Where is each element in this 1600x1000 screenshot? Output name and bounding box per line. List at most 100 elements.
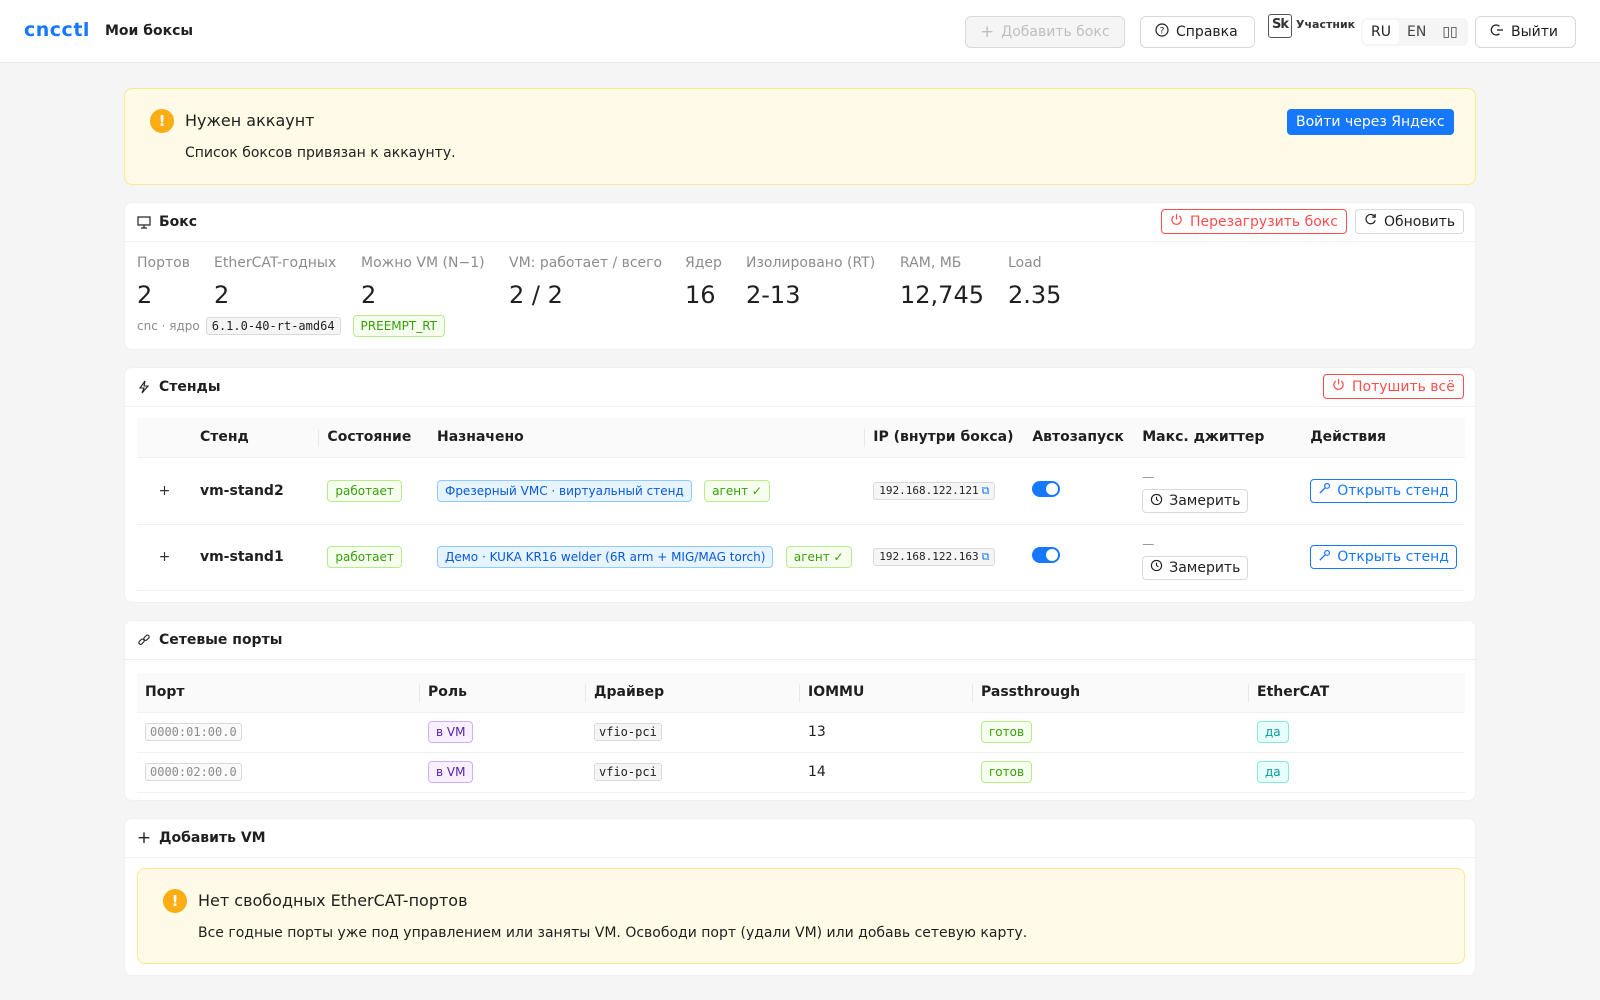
reboot-label: Перезагрузить бокс xyxy=(1190,213,1338,230)
sk-logo: Sk xyxy=(1268,14,1292,38)
stat-label: Ядер xyxy=(685,255,722,271)
stat-label: RAM, МБ xyxy=(900,255,962,271)
stat-label: Портов xyxy=(137,255,190,271)
warning-icon: ! xyxy=(163,889,187,913)
col-stand[interactable]: Стенд xyxy=(191,418,320,458)
stand-name: vm-stand2 xyxy=(191,457,320,525)
expand-row-icon[interactable]: + xyxy=(156,549,172,565)
copy-icon[interactable]: ⧉ xyxy=(982,483,990,499)
stands-table: Стенд Состояние Назначено IP (внутри бок… xyxy=(137,418,1465,591)
shutdown-all-label: Потушить всё xyxy=(1352,378,1455,395)
no-free-ports-alert: ! Нет свободных EtherCAT-портов Все годн… xyxy=(137,868,1465,964)
assigned-tag[interactable]: Демо · KUKA KR16 welder (6R arm + MIG/MA… xyxy=(436,546,774,568)
power-icon xyxy=(1332,378,1345,395)
ip-value: 192.168.122.163 xyxy=(879,550,979,563)
stands-table-header: Стенд Состояние Назначено IP (внутри бок… xyxy=(137,418,1465,458)
passthrough-tag: готов xyxy=(981,761,1033,783)
open-stand-button[interactable]: Открыть стенд xyxy=(1310,478,1457,503)
autostart-toggle[interactable] xyxy=(1032,480,1061,497)
box-title: Бокс xyxy=(159,214,198,230)
measure-label: Замерить xyxy=(1169,493,1241,509)
stat-isolated: Изолировано (RT) 2-13 xyxy=(746,255,875,309)
clock-icon xyxy=(1150,559,1163,576)
clock-icon xyxy=(1150,493,1163,510)
refresh-label: Обновить xyxy=(1384,213,1456,230)
col-actions[interactable]: Действия xyxy=(1302,418,1465,458)
driver-code: vfio-pci xyxy=(594,723,662,741)
ports-title: Сетевые порты xyxy=(159,632,283,648)
col-role[interactable]: Роль xyxy=(420,673,586,713)
stat-label: Можно VM (N−1) xyxy=(361,255,485,271)
open-stand-label: Открыть стенд xyxy=(1337,549,1449,565)
ports-card-header: Сетевые порты xyxy=(125,621,1475,660)
nav-my-boxes[interactable]: Мои боксы xyxy=(105,23,193,39)
stat-ethercat: EtherCAT-годных 2 xyxy=(214,255,336,309)
participant-badge: Sk Участник xyxy=(1268,14,1355,38)
stat-value: 16 xyxy=(685,281,716,309)
passthrough-tag: готов xyxy=(981,721,1033,743)
state-tag: работает xyxy=(327,479,402,502)
warning-icon: ! xyxy=(150,109,174,133)
add-vm-card: + Добавить VM ! Нет свободных EtherCAT-п… xyxy=(124,818,1476,976)
col-passthrough[interactable]: Passthrough xyxy=(973,673,1249,713)
col-autostart[interactable]: Автозапуск xyxy=(1024,418,1135,458)
add-vm-title: Добавить VM xyxy=(159,830,266,846)
alert-title: Нужен аккаунт xyxy=(185,111,315,130)
col-port[interactable]: Порт xyxy=(137,673,420,713)
ethercat-tag: да xyxy=(1257,721,1289,743)
agent-tag: агент ✓ xyxy=(785,546,852,568)
lightning-icon xyxy=(137,380,151,394)
ports-table-header: Порт Роль Драйвер IOMMU Passthrough Ethe… xyxy=(137,673,1465,713)
port-address: 0000:02:00.0 xyxy=(145,763,242,781)
alert-description: Список боксов привязан к аккаунту. xyxy=(185,145,456,161)
role-tag: в VM xyxy=(428,761,474,783)
stat-cores: Ядер 16 xyxy=(685,255,722,309)
shutdown-all-button[interactable]: Потушить всё xyxy=(1323,374,1464,399)
logout-icon xyxy=(1490,23,1504,41)
driver-code: vfio-pci xyxy=(594,763,662,781)
expand-row-icon[interactable]: + xyxy=(156,483,172,499)
measure-button[interactable]: Замерить xyxy=(1142,489,1249,513)
kernel-prefix: cnc · ядро xyxy=(137,319,200,333)
stat-ram: RAM, МБ 12,745 xyxy=(900,255,984,309)
lang-en[interactable]: EN xyxy=(1399,20,1434,44)
svg-text:?: ? xyxy=(1160,27,1165,37)
add-box-button[interactable]: + Добавить бокс xyxy=(965,16,1125,48)
lang-ru[interactable]: RU xyxy=(1363,20,1399,44)
col-iommu[interactable]: IOMMU xyxy=(800,673,973,713)
open-stand-button[interactable]: Открыть стенд xyxy=(1310,545,1457,569)
stands-card: Стенды Потушить всё Стенд Состояние Назн… xyxy=(124,367,1476,603)
col-assigned[interactable]: Назначено xyxy=(428,418,866,458)
stat-vm-capacity: Можно VM (N−1) 2 xyxy=(361,255,485,309)
refresh-button[interactable]: Обновить xyxy=(1355,209,1465,234)
reboot-box-button[interactable]: Перезагрузить бокс xyxy=(1161,209,1347,234)
iommu-value: 14 xyxy=(800,752,973,793)
stat-value: 2 xyxy=(361,281,377,309)
kernel-version: 6.1.0-40-rt-amd64 xyxy=(205,317,341,335)
stat-label: Load xyxy=(1008,255,1042,271)
network-ports-card: Сетевые порты Порт Роль Драйвер IOMMU Pa… xyxy=(124,620,1476,801)
stands-card-header: Стенды xyxy=(125,368,1475,407)
col-ip[interactable]: IP (внутри бокса) xyxy=(865,418,1025,458)
autostart-toggle[interactable] xyxy=(1032,547,1061,563)
app-logo[interactable]: cncctl xyxy=(24,19,90,41)
yandex-login-button[interactable]: Войти через Яндекс xyxy=(1287,109,1454,135)
col-expand xyxy=(137,418,192,458)
logout-button[interactable]: Выйти xyxy=(1475,16,1576,48)
col-ethercat[interactable]: EtherCAT xyxy=(1249,673,1465,713)
monitor-icon xyxy=(137,215,151,229)
measure-button[interactable]: Замерить xyxy=(1142,555,1249,580)
stat-label: VM: работает / всего xyxy=(509,255,663,271)
assigned-tag[interactable]: Фрезерный VMC · виртуальный стенд xyxy=(436,479,692,502)
box-card: Бокс Перезагрузить бокс Обновить Портов … xyxy=(124,202,1476,350)
copy-icon[interactable]: ⧉ xyxy=(982,549,990,565)
lang-other[interactable]: ▯▯ xyxy=(1434,20,1465,44)
help-button[interactable]: ? Справка xyxy=(1140,16,1255,48)
col-jitter[interactable]: Макс. джиттер xyxy=(1134,418,1303,458)
stat-value: 2 xyxy=(137,281,153,309)
measure-label: Замерить xyxy=(1169,559,1241,576)
col-state[interactable]: Состояние xyxy=(319,418,429,458)
question-circle-icon: ? xyxy=(1155,23,1169,41)
stat-value: 2-13 xyxy=(746,281,801,309)
col-driver[interactable]: Драйвер xyxy=(586,673,800,713)
